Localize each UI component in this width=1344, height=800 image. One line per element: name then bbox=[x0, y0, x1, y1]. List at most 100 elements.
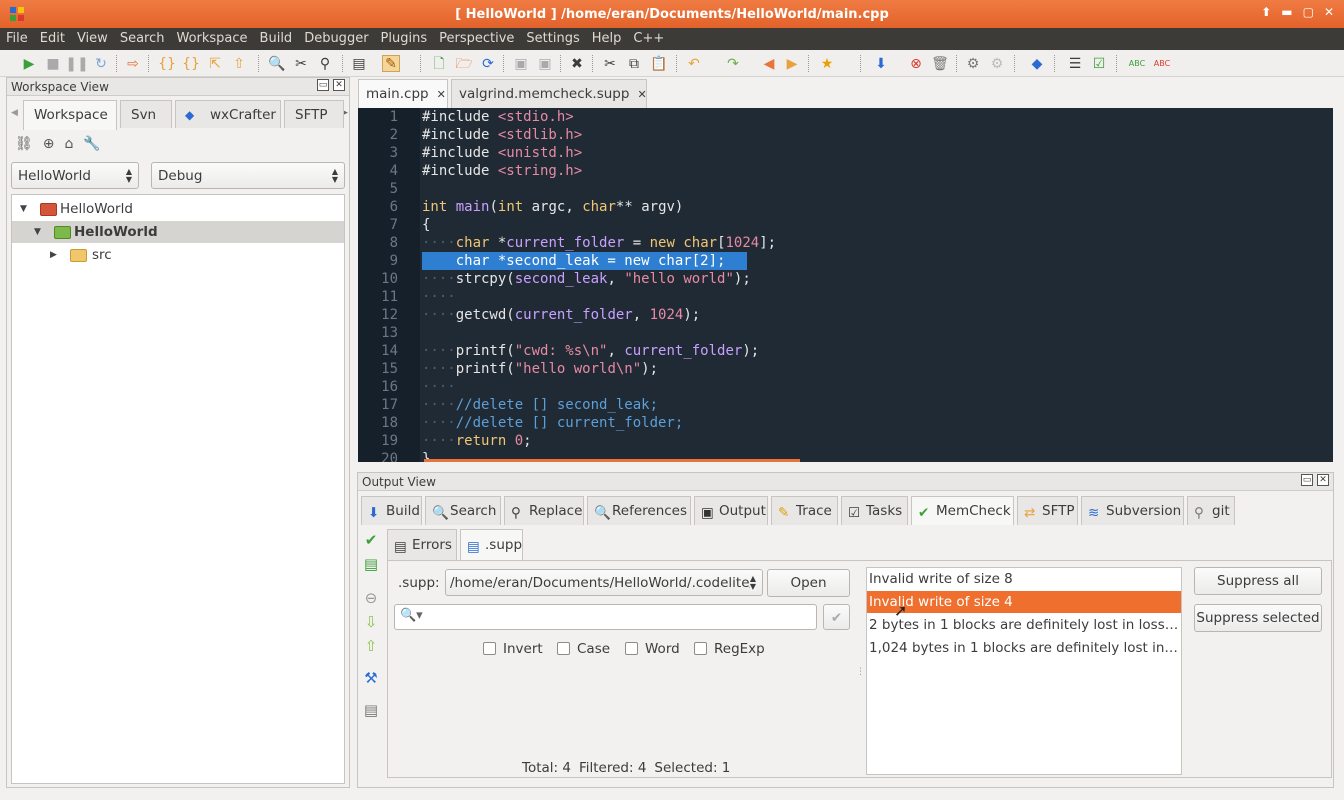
supp-path-combo[interactable]: /home/eran/Documents/HelloWorld/.codelit… bbox=[445, 569, 763, 596]
spellcheck-icon[interactable]: ABC bbox=[1128, 55, 1146, 72]
bookmark-star-icon[interactable]: ★ bbox=[818, 55, 836, 72]
remove-icon[interactable]: ⊖ bbox=[362, 589, 380, 607]
settings-gear-icon[interactable]: ⚙ bbox=[964, 55, 982, 72]
tab-errors[interactable]: ▤ Errors bbox=[387, 529, 457, 560]
link-icon[interactable]: ⛓ bbox=[15, 136, 33, 152]
maximize-icon[interactable]: ▢ bbox=[1303, 5, 1314, 19]
download-icon[interactable]: ⬇ bbox=[872, 55, 890, 72]
error-row-selected[interactable]: Invalid write of size 4 bbox=[867, 591, 1181, 613]
menu-plugins[interactable]: Plugins bbox=[375, 28, 434, 50]
error-row[interactable]: 2 bytes in 1 blocks are definitely lost … bbox=[867, 614, 1181, 636]
tab-memcheck[interactable]: ✔ MemCheck bbox=[911, 496, 1014, 525]
cut-icon[interactable]: ✂ bbox=[601, 55, 619, 72]
horizontal-scrollbar[interactable] bbox=[424, 459, 800, 462]
binoculars-icon[interactable]: ⚲ bbox=[316, 55, 334, 72]
error-row[interactable]: Invalid write of size 8 bbox=[867, 568, 1181, 590]
tree-node-src[interactable]: ▶ src bbox=[12, 244, 342, 266]
close-pane-icon[interactable]: ✕ bbox=[333, 79, 345, 91]
tab-search[interactable]: 🔍Search bbox=[425, 496, 501, 525]
restore-pane-icon[interactable]: ▭ bbox=[317, 79, 329, 91]
highlight-icon[interactable]: ✎ bbox=[382, 55, 400, 72]
menu-workspace[interactable]: Workspace bbox=[170, 28, 253, 50]
tree-node-project[interactable]: ▼ HelloWorld bbox=[12, 221, 344, 243]
save-all-icon[interactable]: ▣ bbox=[536, 55, 554, 72]
forward-icon[interactable]: ▶ bbox=[783, 55, 801, 72]
restart-icon[interactable]: ↻ bbox=[92, 55, 110, 72]
open-button[interactable]: Open bbox=[767, 569, 850, 597]
tab-trace[interactable]: ✎ Trace bbox=[771, 496, 838, 525]
code-editor[interactable]: 1 2 3 4 5 6 7 8 9 10 11 12 13 14 15 16 17 18 19 20 #include… bbox=[358, 108, 1333, 462]
invert-checkbox[interactable]: Invert bbox=[483, 641, 543, 657]
save-icon[interactable]: ▣ bbox=[512, 55, 530, 72]
tab-build[interactable]: ⬇ Build bbox=[361, 496, 422, 525]
arrow-up-icon[interactable]: ⬆ bbox=[1261, 5, 1271, 19]
tab-sftp[interactable]: SFTP bbox=[284, 100, 344, 128]
reload-icon[interactable]: ⟳ bbox=[479, 55, 497, 72]
check-icon[interactable]: ✔ bbox=[362, 531, 380, 549]
tab-supp[interactable]: ▤ .supp bbox=[460, 529, 523, 560]
add-icon[interactable]: ⊕ bbox=[43, 136, 55, 152]
collapsed-triangle-icon[interactable]: ▶ bbox=[50, 244, 57, 266]
copy-icon[interactable]: ⧉ bbox=[625, 55, 643, 72]
plugin-icon[interactable]: ◆ bbox=[1028, 55, 1046, 72]
import-icon[interactable]: ▤ bbox=[362, 555, 380, 573]
checklist-icon[interactable]: ☑ bbox=[1090, 55, 1108, 72]
menu-cpp[interactable]: C++ bbox=[627, 28, 670, 50]
tab-main-cpp[interactable]: main.cpp ✕ bbox=[358, 79, 448, 108]
menu-view[interactable]: View bbox=[71, 28, 114, 50]
menu-settings[interactable]: Settings bbox=[520, 28, 585, 50]
case-checkbox[interactable]: Case bbox=[557, 641, 610, 657]
new-file-icon[interactable]: 🗋 bbox=[430, 55, 448, 72]
splitter-grip-icon[interactable]: ⋮ bbox=[856, 667, 865, 677]
pause-icon[interactable]: ❚❚ bbox=[65, 55, 88, 72]
document-icon[interactable]: ▤ bbox=[362, 701, 380, 719]
tab-valgrind-supp[interactable]: valgrind.memcheck.supp ✕ bbox=[451, 79, 647, 108]
arrow-down-icon[interactable]: ⇩ bbox=[362, 613, 380, 631]
home-icon[interactable]: ⌂ bbox=[65, 136, 74, 152]
menu-edit[interactable]: Edit bbox=[34, 28, 71, 50]
menu-perspective[interactable]: Perspective bbox=[433, 28, 520, 50]
undo-icon[interactable]: ↶ bbox=[685, 55, 703, 72]
error-row[interactable]: 1,024 bytes in 1 blocks are definitely l… bbox=[867, 637, 1181, 659]
paste-icon[interactable]: 📋 bbox=[650, 55, 668, 72]
expanded-triangle-icon[interactable]: ▼ bbox=[20, 198, 27, 220]
open-folder-icon[interactable]: 🗁 bbox=[455, 55, 473, 72]
tab-git[interactable]: ⚲ git bbox=[1187, 496, 1235, 525]
stop-build-icon[interactable]: ⊗ bbox=[907, 55, 925, 72]
tab-tasks[interactable]: ☑ Tasks bbox=[841, 496, 908, 525]
suppress-selected-button[interactable]: Suppress selected bbox=[1194, 604, 1322, 632]
tools-icon[interactable]: ⚒ bbox=[362, 669, 380, 687]
minimize-icon[interactable]: ▬ bbox=[1281, 5, 1292, 19]
step-forward-icon[interactable]: ⇨ bbox=[124, 55, 142, 72]
tab-sftp-output[interactable]: ⇄ SFTP bbox=[1017, 496, 1078, 525]
stop-icon[interactable]: ■ bbox=[44, 55, 62, 72]
menu-search[interactable]: Search bbox=[114, 28, 171, 50]
menu-file[interactable]: File bbox=[0, 28, 34, 50]
run-icon[interactable]: ▶ bbox=[20, 55, 38, 72]
wrench-icon[interactable]: 🔧 bbox=[83, 136, 100, 152]
back-icon[interactable]: ◀ bbox=[760, 55, 778, 72]
arrow-up-icon[interactable]: ⇧ bbox=[362, 637, 380, 655]
disabled-gear-icon[interactable]: ⚙ bbox=[988, 55, 1006, 72]
list-icon[interactable]: ☰ bbox=[1066, 55, 1084, 72]
suppress-all-button[interactable]: Suppress all bbox=[1194, 567, 1322, 595]
step-out-icon[interactable]: ⇱ bbox=[206, 55, 224, 72]
redo-icon[interactable]: ↷ bbox=[724, 55, 742, 72]
menu-debugger[interactable]: Debugger bbox=[298, 28, 374, 50]
clean-icon[interactable]: 🗑 bbox=[931, 55, 949, 72]
close-tab-icon[interactable]: ✕ bbox=[437, 88, 446, 101]
search-input[interactable]: 🔍▾ bbox=[394, 604, 817, 630]
step-over-icon[interactable]: {} bbox=[182, 55, 200, 72]
close-tab-icon[interactable]: ✕ bbox=[637, 88, 646, 101]
word-checkbox[interactable]: Word bbox=[625, 641, 680, 657]
regexp-checkbox[interactable]: RegExp bbox=[694, 641, 765, 657]
close-icon[interactable]: ✕ bbox=[1324, 5, 1334, 19]
menu-help[interactable]: Help bbox=[586, 28, 628, 50]
find-icon[interactable]: 🔍 bbox=[268, 55, 286, 72]
tab-workspace[interactable]: Workspace bbox=[23, 100, 117, 130]
restore-pane-icon[interactable]: ▭ bbox=[1301, 474, 1313, 486]
tab-replace[interactable]: ⚲ Replace bbox=[504, 496, 584, 525]
tree-node-workspace[interactable]: ▼ HelloWorld bbox=[12, 198, 342, 220]
clipboard-icon[interactable]: ▤ bbox=[350, 55, 368, 72]
find-replace-icon[interactable]: ✂ bbox=[292, 55, 310, 72]
